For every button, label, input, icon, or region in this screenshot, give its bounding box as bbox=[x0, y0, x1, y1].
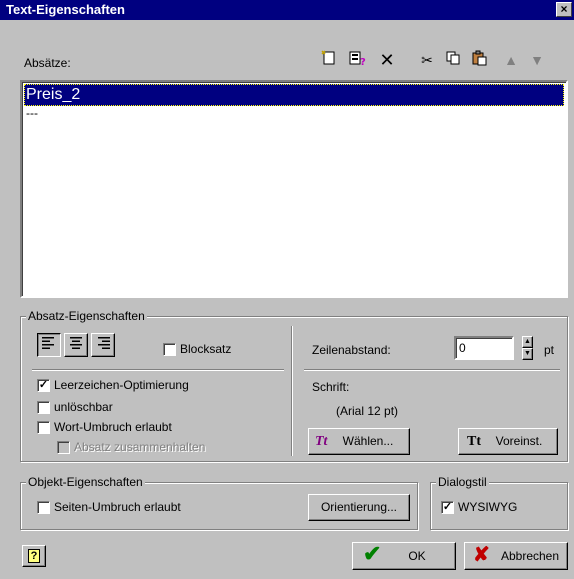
list-item[interactable]: Preis_2 bbox=[24, 84, 564, 106]
title-bar: Text-Eigenschaften × bbox=[0, 0, 574, 20]
wortumbruch-label: Wort-Umbruch erlaubt bbox=[54, 420, 172, 434]
paragraph-help-icon[interactable]: ? bbox=[346, 50, 368, 70]
checkmark-icon: ✔ bbox=[363, 541, 382, 566]
blocksatz-checkbox[interactable] bbox=[163, 343, 176, 356]
cancel-x-icon: ✘ bbox=[473, 544, 490, 566]
paragraph-list[interactable]: Preis_2 --- bbox=[20, 80, 568, 298]
zeilenabstand-input[interactable]: 0 bbox=[454, 336, 514, 360]
cut-icon[interactable]: ✂ bbox=[416, 50, 438, 70]
dialogstil-group-title: Dialogstil bbox=[436, 475, 489, 489]
zeilenabstand-label: Zeilenabstand: bbox=[312, 343, 391, 357]
help-icon: ? bbox=[28, 549, 40, 563]
close-button[interactable]: × bbox=[556, 2, 572, 17]
align-left-button[interactable] bbox=[37, 333, 61, 357]
window-title: Text-Eigenschaften bbox=[6, 2, 125, 17]
ok-button[interactable]: ✔ OK bbox=[352, 541, 456, 570]
wysiwyg-checkbox[interactable]: ✓ bbox=[441, 501, 454, 514]
waehlen-button[interactable]: Tt Wählen... bbox=[308, 428, 410, 455]
orientierung-button[interactable]: Orientierung... bbox=[308, 494, 410, 521]
svg-text:?: ? bbox=[360, 57, 366, 66]
align-left-icon bbox=[42, 337, 54, 349]
seitenumbruch-label: Seiten-Umbruch erlaubt bbox=[54, 500, 181, 514]
voreinst-button[interactable]: Tt Voreinst. bbox=[458, 428, 558, 455]
help-button[interactable]: ? bbox=[22, 545, 46, 567]
new-icon[interactable] bbox=[318, 50, 340, 70]
copy-icon[interactable] bbox=[442, 50, 464, 70]
paragraphs-label: Absätze: bbox=[24, 56, 71, 70]
close-icon: × bbox=[560, 2, 568, 16]
move-down-icon[interactable]: ▼ bbox=[526, 50, 548, 70]
divider bbox=[32, 369, 284, 371]
cancel-button[interactable]: ✘ Abbrechen bbox=[464, 542, 568, 570]
leerzeichen-label: Leerzeichen-Optimierung bbox=[54, 378, 189, 392]
zusammen-label: Absatz zusammenhalten bbox=[74, 440, 206, 454]
spin-up-icon[interactable]: ▲ bbox=[522, 336, 533, 348]
divider bbox=[304, 369, 560, 371]
blocksatz-label: Blocksatz bbox=[180, 342, 232, 356]
group-divider bbox=[291, 326, 293, 456]
zeilenabstand-unit: pt bbox=[544, 343, 555, 357]
move-up-icon[interactable]: ▲ bbox=[500, 50, 522, 70]
unloeschbar-checkbox[interactable] bbox=[37, 401, 50, 414]
align-center-icon bbox=[70, 337, 82, 349]
align-right-icon bbox=[98, 337, 110, 349]
absatz-group-title: Absatz-Eigenschaften bbox=[26, 309, 147, 323]
leerzeichen-checkbox[interactable]: ✓ bbox=[37, 379, 50, 392]
unloeschbar-label: unlöschbar bbox=[54, 400, 113, 414]
font-default-icon: Tt bbox=[467, 434, 481, 449]
zusammen-checkbox[interactable] bbox=[57, 441, 70, 454]
list-item[interactable]: --- bbox=[26, 106, 38, 120]
waehlen-label: Wählen... bbox=[342, 434, 394, 448]
seitenumbruch-checkbox[interactable] bbox=[37, 501, 50, 514]
align-center-button[interactable] bbox=[64, 333, 88, 357]
align-right-button[interactable] bbox=[91, 333, 115, 357]
schrift-label: Schrift: bbox=[312, 380, 350, 394]
spin-down-icon[interactable]: ▼ bbox=[522, 348, 533, 360]
ok-label: OK bbox=[408, 549, 426, 563]
font-style-icon: Tt bbox=[315, 434, 328, 449]
voreinst-label: Voreinst. bbox=[495, 434, 543, 448]
zeilenabstand-spinner[interactable]: ▲ ▼ bbox=[522, 336, 533, 360]
wortumbruch-checkbox[interactable] bbox=[37, 421, 50, 434]
delete-icon[interactable]: ✕ bbox=[376, 50, 398, 70]
paste-icon[interactable] bbox=[468, 50, 490, 70]
wysiwyg-label: WYSIWYG bbox=[458, 500, 518, 514]
schrift-value: (Arial 12 pt) bbox=[336, 404, 399, 418]
objekt-group-title: Objekt-Eigenschaften bbox=[26, 475, 145, 489]
